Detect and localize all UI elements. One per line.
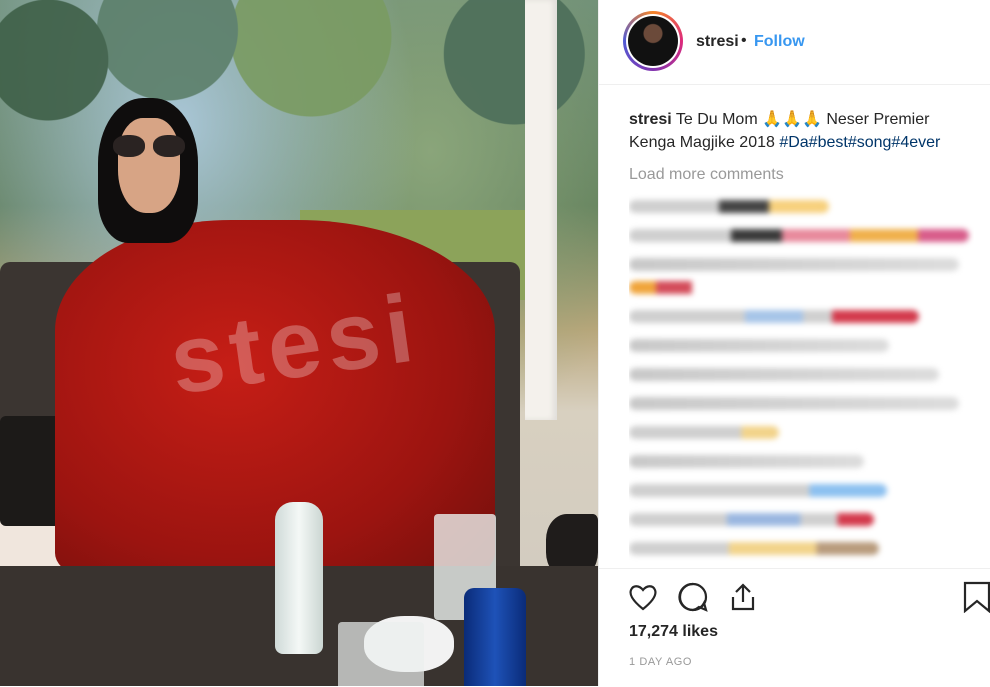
likes-count[interactable]: 17,274 likes (629, 623, 718, 641)
blurred-comment (629, 397, 959, 410)
header-username[interactable]: stresi (696, 33, 739, 51)
blurred-comment (629, 258, 959, 271)
caption-username[interactable]: stresi (629, 111, 672, 128)
header-separator: • (741, 32, 747, 49)
avatar-image (628, 16, 678, 66)
caption-text: Te Du Mom (671, 111, 763, 128)
post-image[interactable]: stesi (0, 0, 598, 686)
blurred-comment (629, 310, 919, 323)
comments-section: stresi Te Du Mom 🙏🙏🙏 Neser Premier Kenga… (629, 108, 974, 568)
soda-can (464, 588, 526, 686)
blurred-comment (629, 339, 889, 352)
blurred-comment (629, 426, 779, 439)
avatar[interactable] (623, 11, 683, 71)
blurred-comment (629, 281, 719, 294)
blurred-comment (629, 484, 887, 497)
caption-hashtags[interactable]: #Da#best#song#4ever (779, 134, 940, 151)
caption-emoji: 🙏🙏🙏 (762, 111, 822, 128)
drinking-glass-front (338, 622, 424, 686)
comment-icon[interactable] (677, 581, 709, 613)
post-panel: stresi • Follow stresi Te Du Mom 🙏🙏🙏 Nes… (598, 0, 990, 686)
follow-button[interactable]: Follow (754, 33, 805, 51)
share-icon[interactable] (727, 581, 759, 613)
post-timestamp[interactable]: 1 DAY AGO (629, 656, 692, 668)
blurred-comment (629, 200, 829, 213)
blurred-comment (629, 368, 939, 381)
background-pillar (525, 0, 557, 420)
bookmark-icon[interactable] (961, 581, 990, 614)
load-more-comments-button[interactable]: Load more comments (629, 164, 974, 186)
blurred-comment (629, 513, 874, 526)
blurred-comment (629, 229, 969, 242)
blurred-comment (629, 542, 879, 555)
heart-icon[interactable] (627, 581, 659, 613)
post-header: stresi • Follow (599, 0, 990, 85)
blurred-comment (629, 455, 864, 468)
blurred-comments (629, 200, 974, 555)
post-actions: 17,274 likes 1 DAY AGO (599, 568, 990, 687)
water-bottle (275, 502, 323, 654)
caption: stresi Te Du Mom 🙏🙏🙏 Neser Premier Kenga… (629, 108, 974, 154)
face (118, 118, 180, 213)
sunglasses (113, 135, 185, 157)
